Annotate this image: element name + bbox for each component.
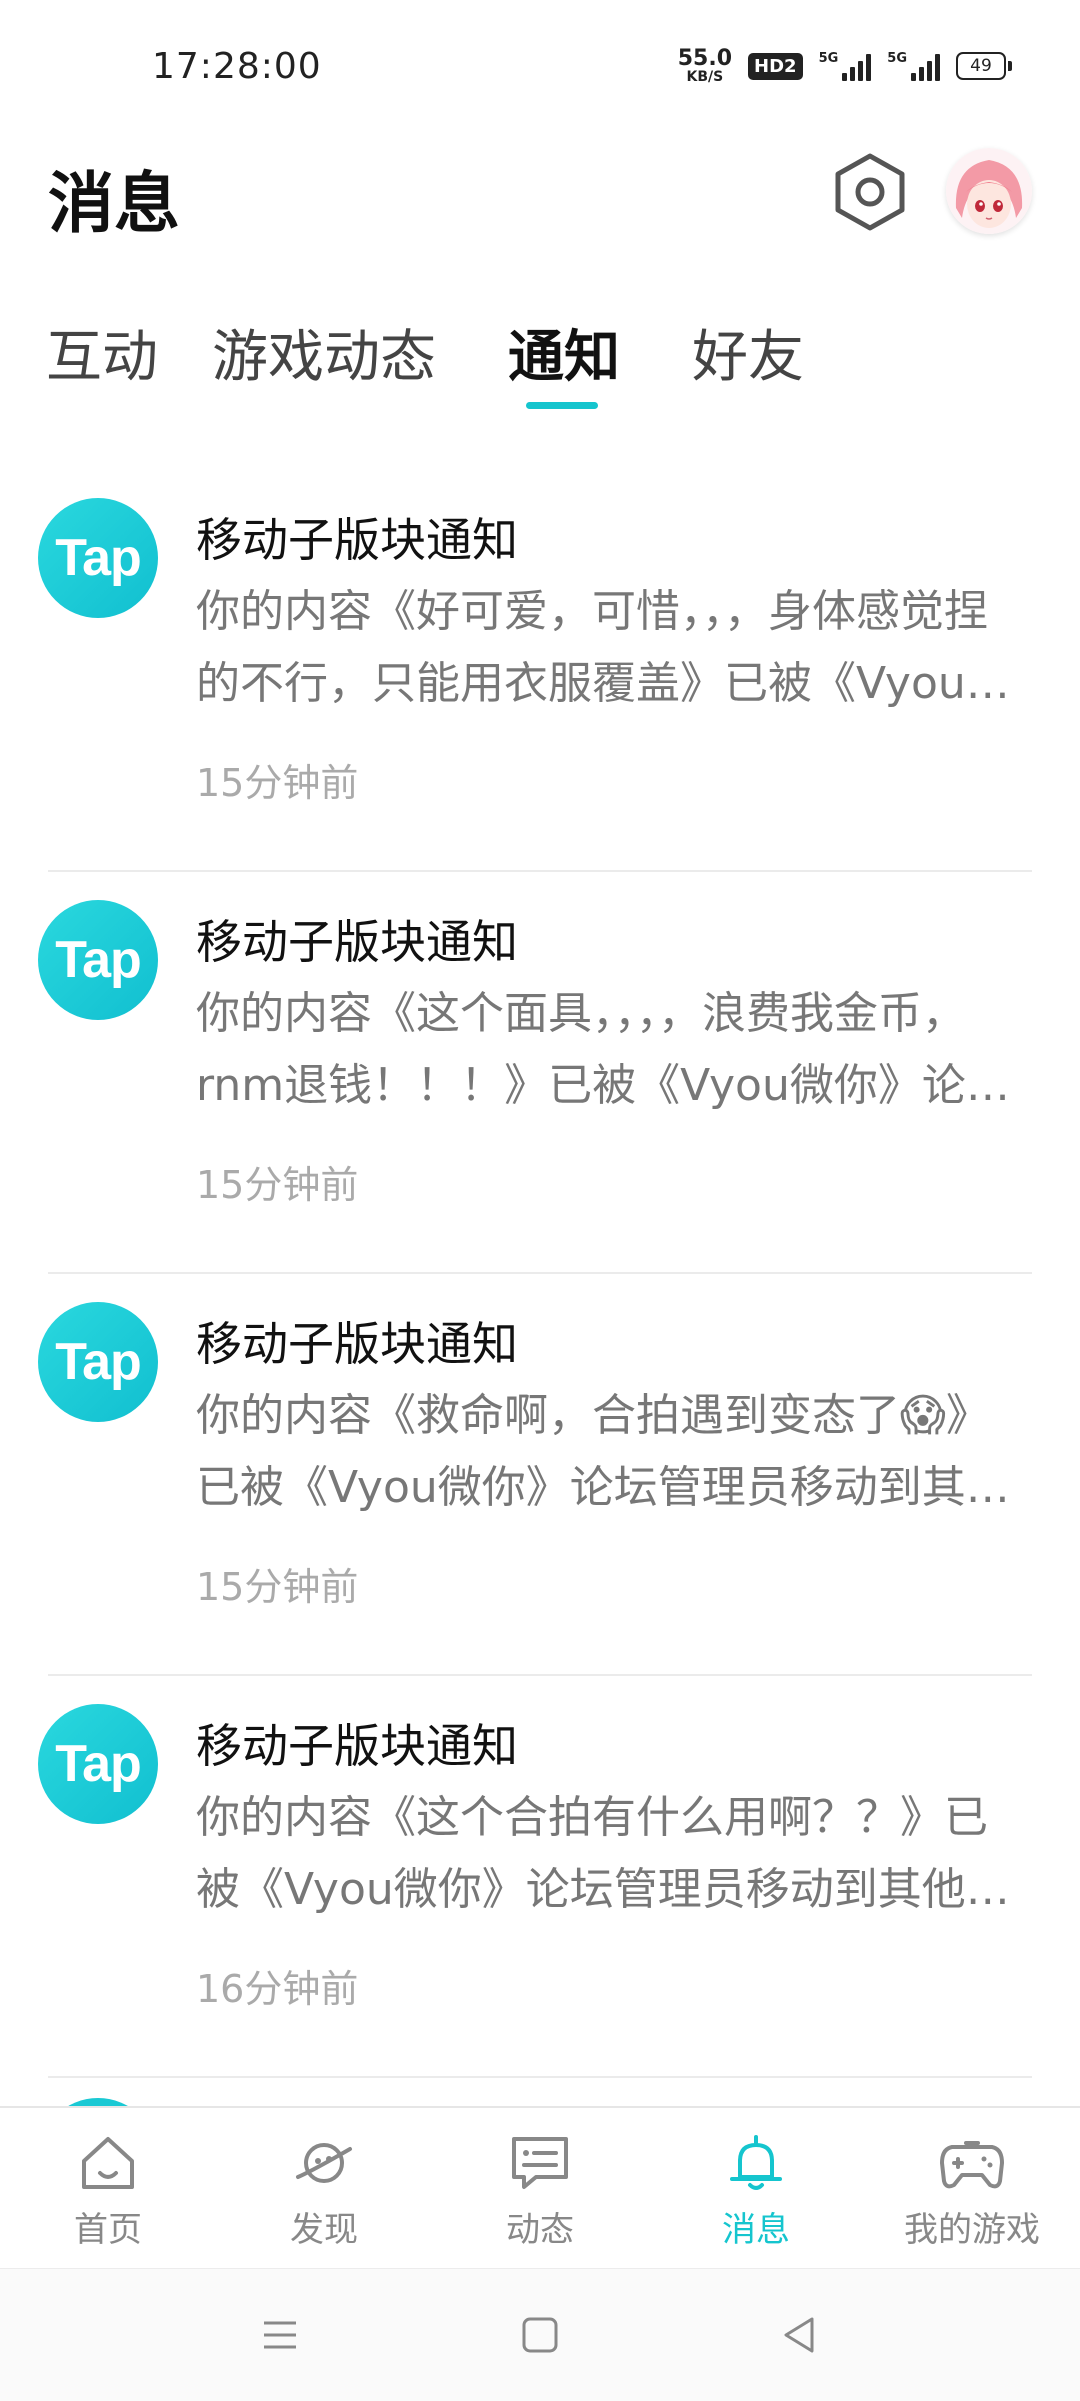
square-icon — [522, 2317, 558, 2353]
notification-content: 你的内容《救命啊，合拍遇到变态了😱》已被《Vyou微你》论坛管理员移动到其他子版… — [196, 1390, 1010, 1513]
home-button[interactable] — [510, 2307, 570, 2363]
home-icon — [73, 2128, 143, 2198]
planet-icon — [289, 2128, 359, 2198]
tap-logo-icon: Tap — [38, 900, 158, 1020]
battery-level: 49 — [956, 52, 1006, 80]
tab-game-updates[interactable]: 游戏动态 — [212, 312, 436, 393]
notification-content: 你的内容《这个面具，，，，浪费我金币，rnm退钱！！！》已被《Vyou微你》论坛… — [196, 988, 1010, 1111]
menu-icon — [264, 2321, 296, 2349]
notification-title: 移动子版块通知 — [196, 915, 518, 969]
active-tab-indicator — [526, 402, 598, 409]
tap-logo-icon: Tap — [38, 1302, 158, 1422]
list-item[interactable]: Tap 移动子版块通知 你的内容《好可爱，可惜，，，身体感觉捏的不行，只能用衣服… — [0, 470, 1080, 872]
notification-time: 15分钟前 — [196, 1565, 359, 1609]
status-icons: 55.0 KB/S HD2 5G 5G 49 — [678, 48, 1012, 84]
settings-button[interactable] — [830, 150, 910, 234]
nav-label: 首页 — [74, 2210, 142, 2250]
tab-interaction[interactable]: 互动 — [46, 312, 158, 393]
tap-logo-text: Tap — [55, 1333, 142, 1391]
tap-logo-text: Tap — [55, 931, 142, 989]
notification-content: 你的内容《这个合拍有什么用啊？？》已被《Vyou微你》论坛管理员移动到其他子版块 — [196, 1792, 1010, 1915]
signal-label: 5G — [887, 51, 907, 66]
message-tabs: 互动 游戏动态 通知 好友 — [0, 300, 1080, 420]
status-bar: 17:28:00 55.0 KB/S HD2 5G 5G 49 — [0, 0, 1080, 140]
back-button[interactable] — [770, 2307, 830, 2363]
bottom-nav: 首页 发现 动态 消息 我的游戏 — [0, 2106, 1080, 2270]
hd-voice-icon: HD2 — [748, 52, 803, 80]
back-triangle-icon — [784, 2317, 814, 2353]
anime-avatar — [946, 148, 1032, 234]
notification-title: 移动子版块通知 — [196, 513, 518, 567]
hexagon-settings-icon — [835, 153, 905, 231]
notification-time: 15分钟前 — [196, 1163, 359, 1207]
notification-title: 移动子版块通知 — [196, 1719, 518, 1773]
nav-label: 动态 — [506, 2210, 574, 2250]
signal-icon: 5G — [819, 51, 872, 81]
network-speed: 55.0 KB/S — [677, 46, 733, 85]
tap-logo-text: Tap — [55, 1735, 142, 1793]
system-nav-bar — [0, 2268, 1080, 2401]
nav-discover[interactable]: 发现 — [234, 2128, 414, 2251]
signal-label: 5G — [818, 51, 839, 66]
tap-logo-text: Tap — [55, 529, 142, 587]
nav-label: 消息 — [722, 2210, 790, 2250]
nav-home[interactable]: 首页 — [18, 2128, 198, 2251]
notification-time: 16分钟前 — [196, 1967, 359, 2011]
nav-label: 发现 — [290, 2210, 358, 2250]
list-item[interactable]: Tap 移动子版块通知 你的内容《这个合拍有什么用啊？？》已被《Vyou微你》论… — [0, 1676, 1080, 2078]
nav-my-games[interactable]: 我的游戏 — [882, 2128, 1062, 2251]
nav-label: 我的游戏 — [904, 2210, 1040, 2250]
battery-icon: 49 — [956, 52, 1012, 80]
list-item[interactable]: Tap 移动子版块通知 你的内容《救命啊，合拍遇到变态了😱》已被《Vyou微你》… — [0, 1274, 1080, 1676]
notification-content: 你的内容《好可爱，可惜，，，身体感觉捏的不行，只能用衣服覆盖》已被《Vyou微你… — [196, 586, 1010, 709]
tab-friends[interactable]: 好友 — [692, 312, 804, 393]
gamepad-icon — [937, 2128, 1007, 2198]
menu-button[interactable] — [250, 2307, 310, 2363]
list-item[interactable]: Tap 移动子版块通知 你的内容《这个面具，，，，浪费我金币，rnm退钱！！！》… — [0, 872, 1080, 1274]
network-speed-unit: KB/S — [686, 69, 724, 85]
avatar[interactable] — [946, 148, 1032, 234]
notification-time: 15分钟前 — [196, 761, 359, 805]
page-title: 消息 — [48, 165, 180, 242]
nav-messages[interactable]: 消息 — [666, 2128, 846, 2251]
signal-icon: 5G — [887, 51, 940, 81]
tap-logo-icon: Tap — [38, 1704, 158, 1824]
status-time: 17:28:00 — [152, 46, 322, 87]
bell-icon — [721, 2128, 791, 2198]
notification-list: Tap 移动子版块通知 你的内容《好可爱，可惜，，，身体感觉捏的不行，只能用衣服… — [0, 470, 1080, 2078]
notification-title: 移动子版块通知 — [196, 1317, 518, 1371]
nav-feed[interactable]: 动态 — [450, 2128, 630, 2251]
tab-notifications[interactable]: 通知 — [508, 312, 620, 393]
message-card-icon — [505, 2128, 575, 2198]
tap-logo-icon: Tap — [38, 498, 158, 618]
network-speed-value: 55.0 — [677, 46, 733, 71]
divider — [48, 2076, 1032, 2078]
